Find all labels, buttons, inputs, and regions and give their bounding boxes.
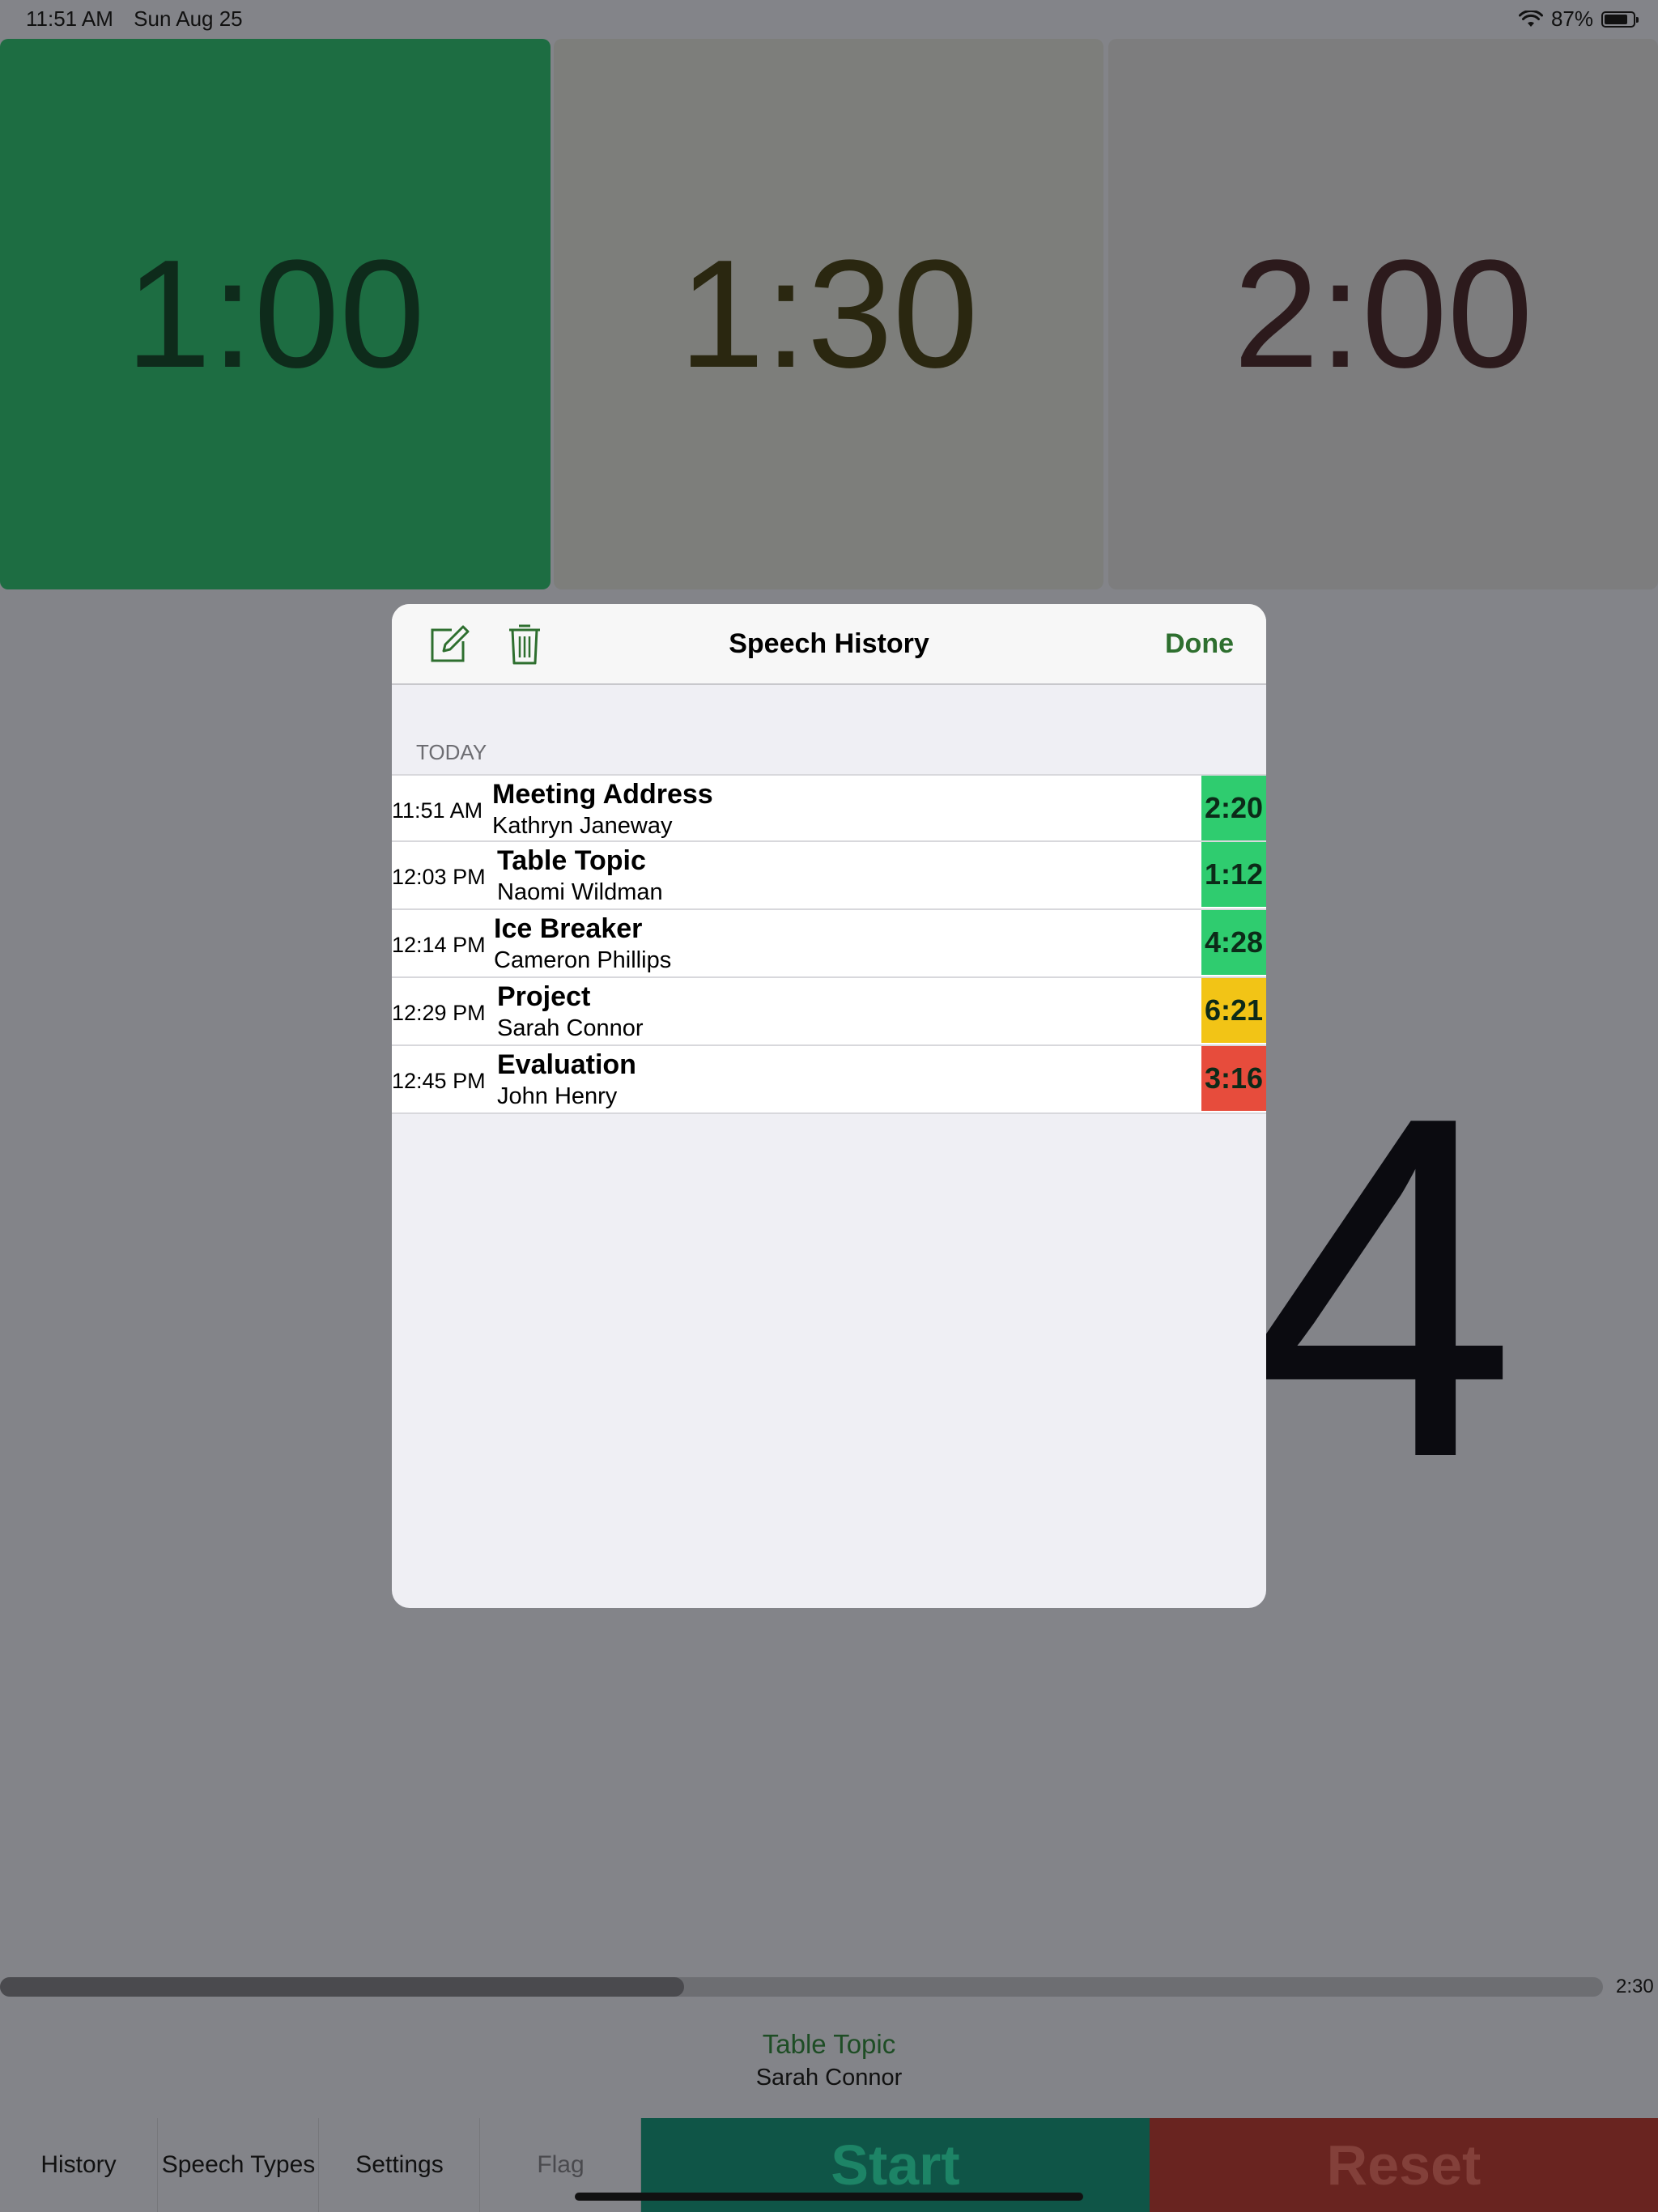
battery-icon (1601, 11, 1639, 28)
row-duration-badge: 6:21 (1201, 978, 1266, 1043)
row-time: 12:14 PM (392, 933, 486, 957)
progress-track (0, 1977, 1603, 1997)
progress-end-label: 2:30 (1616, 1976, 1654, 1997)
tile-label: 2:00 (1233, 228, 1533, 400)
history-row[interactable]: 12:03 PM Table Topic Naomi Wildman 1:12 (392, 842, 1266, 910)
row-speech-type: Project (497, 981, 591, 1012)
tile-label: 1:00 (125, 228, 425, 400)
history-row[interactable]: 11:51 AM Meeting Address Kathryn Janeway… (392, 774, 1266, 842)
status-bar: 11:51 AM Sun Aug 25 87% (0, 0, 1658, 39)
row-time: 12:29 PM (392, 1001, 486, 1025)
row-time: 12:03 PM (392, 865, 486, 889)
row-duration-badge: 3:16 (1201, 1046, 1266, 1111)
done-button[interactable]: Done (1165, 628, 1234, 660)
tile-label: 1:30 (678, 228, 979, 400)
row-speech-type: Ice Breaker (494, 913, 643, 944)
row-speaker: Naomi Wildman (497, 879, 663, 905)
history-button[interactable]: History (0, 2118, 158, 2212)
yellow-threshold-tile[interactable]: 1:30 (554, 39, 1103, 589)
current-speech-type[interactable]: Table Topic (0, 2029, 1658, 2060)
status-time: 11:51 AM (26, 6, 113, 31)
settings-button[interactable]: Settings (320, 2118, 480, 2212)
row-speaker: Kathryn Janeway (492, 813, 673, 839)
red-threshold-tile[interactable]: 2:00 (1108, 39, 1658, 589)
speech-history-modal: Speech History Done TODAY 11:51 AM Meeti… (392, 604, 1266, 1608)
reset-button[interactable]: Reset (1150, 2118, 1658, 2212)
row-speaker: Cameron Phillips (494, 947, 672, 973)
row-time: 12:45 PM (392, 1069, 486, 1093)
history-row[interactable]: 12:14 PM Ice Breaker Cameron Phillips 4:… (392, 910, 1266, 978)
row-duration-badge: 2:20 (1201, 776, 1266, 840)
wifi-icon (1518, 10, 1543, 27)
modal-title: Speech History (729, 628, 929, 659)
row-time: 11:51 AM (392, 798, 483, 823)
battery-percent: 87% (1550, 6, 1593, 31)
main-clock-display: 4 (1247, 1016, 1517, 1559)
row-speech-type: Evaluation (497, 1049, 636, 1080)
home-indicator[interactable] (575, 2193, 1083, 2201)
history-row[interactable]: 12:45 PM Evaluation John Henry 3:16 (392, 1046, 1266, 1114)
status-date: Sun Aug 25 (134, 6, 243, 31)
progress-fill (0, 1977, 684, 1997)
modal-header: Speech History Done (392, 604, 1266, 685)
row-duration-badge: 1:12 (1201, 842, 1266, 907)
speech-types-button[interactable]: Speech Types (159, 2118, 319, 2212)
section-header-today: TODAY (416, 740, 487, 764)
row-speaker: John Henry (497, 1083, 618, 1109)
speech-history-list: 11:51 AM Meeting Address Kathryn Janeway… (392, 774, 1266, 1114)
green-threshold-tile[interactable]: 1:00 (0, 39, 551, 589)
row-speech-type: Table Topic (497, 845, 646, 876)
row-speech-type: Meeting Address (492, 779, 713, 810)
row-duration-badge: 4:28 (1201, 910, 1266, 975)
current-speaker-name[interactable]: Sarah Connor (0, 2065, 1658, 2091)
history-row[interactable]: 12:29 PM Project Sarah Connor 6:21 (392, 978, 1266, 1046)
row-speaker: Sarah Connor (497, 1015, 644, 1041)
